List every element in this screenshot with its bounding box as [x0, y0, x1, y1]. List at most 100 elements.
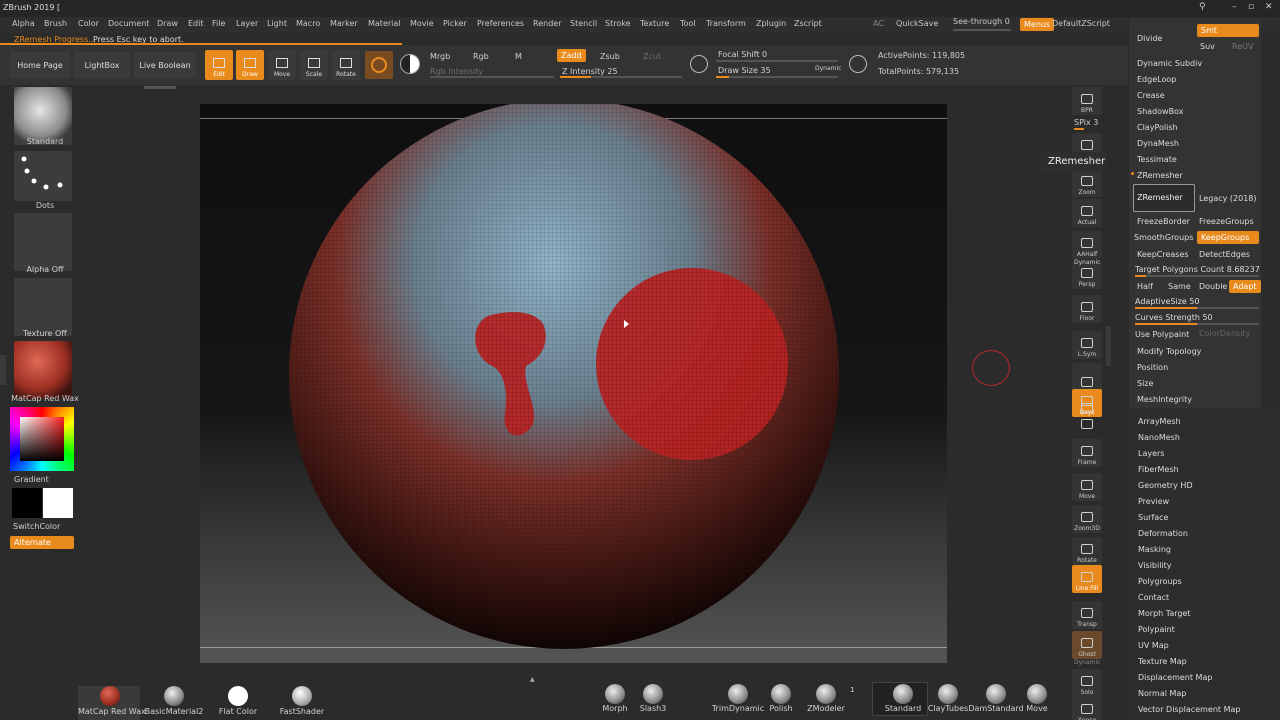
menu-preferences[interactable]: Preferences	[477, 19, 524, 28]
minimize-icon[interactable]: –	[1232, 2, 1237, 12]
material-basicmaterial2-icon[interactable]	[164, 686, 184, 706]
menu-picker[interactable]: Picker	[443, 19, 467, 28]
subpalette-nanomesh[interactable]: NanoMesh	[1138, 433, 1180, 442]
palette-zremesher[interactable]: ZRemesher	[1137, 171, 1183, 180]
subpalette-arraymesh[interactable]: ArrayMesh	[1138, 417, 1181, 426]
material-sphere-icon[interactable]	[400, 54, 420, 74]
tool-scale-button[interactable]: Scale	[300, 50, 328, 80]
half-button[interactable]: Half	[1137, 282, 1153, 291]
dynamic-toggle[interactable]: Dynamic	[815, 65, 841, 72]
subpalette-preview[interactable]: Preview	[1138, 497, 1169, 506]
palette-dynamesh[interactable]: DynaMesh	[1137, 139, 1179, 148]
menus-toggle[interactable]: Menus	[1020, 18, 1055, 31]
bottom-shelf-handle[interactable]: ▲	[530, 674, 580, 683]
stroke-thumbnail[interactable]	[14, 151, 72, 201]
detect-edges-toggle[interactable]: DetectEdges	[1199, 250, 1250, 259]
see-through-slider[interactable]: See-through 0	[953, 17, 1010, 26]
right-lsym-button[interactable]: L.Sym	[1072, 331, 1102, 359]
secondary-color-swatch[interactable]	[12, 488, 42, 518]
palette-claypolish[interactable]: ClayPolish	[1137, 123, 1178, 132]
left-panel-toggle[interactable]	[0, 355, 6, 385]
keep-creases-toggle[interactable]: KeepCreases	[1137, 250, 1189, 259]
color-density-slider[interactable]: ColorDensity	[1199, 329, 1250, 338]
quicksave-button[interactable]: QuickSave	[896, 19, 938, 28]
adaptive-size-slider[interactable]: AdaptiveSize 50	[1135, 297, 1200, 306]
palette-size[interactable]: Size	[1137, 379, 1153, 388]
rgb-button[interactable]: Rgb	[473, 52, 489, 61]
target-polygons-slider[interactable]: Target Polygons Count 8.68237	[1135, 265, 1260, 274]
right-aahalf-button[interactable]: AAHalf	[1072, 231, 1102, 259]
sculpt-mode-button[interactable]	[365, 51, 393, 79]
saturation-square[interactable]	[20, 417, 64, 461]
scroll-handle[interactable]	[144, 86, 176, 89]
close-icon[interactable]: ✕	[1265, 2, 1273, 12]
menu-macro[interactable]: Macro	[296, 19, 320, 28]
texture-thumbnail[interactable]	[14, 278, 72, 336]
user-icon[interactable]: ⚲	[1199, 2, 1206, 12]
menu-color[interactable]: Color	[78, 19, 99, 28]
right-actual-button[interactable]: Actual	[1072, 199, 1102, 227]
m-button[interactable]: M	[515, 52, 522, 61]
keep-groups-toggle[interactable]: KeepGroups	[1197, 231, 1259, 244]
subpalette-masking[interactable]: Masking	[1138, 545, 1171, 554]
menu-tool[interactable]: Tool	[680, 19, 696, 28]
brush-polish-icon[interactable]	[771, 684, 791, 704]
lazy-mouse-icon[interactable]	[849, 55, 867, 73]
palette-edgeloop[interactable]: EdgeLoop	[1137, 75, 1176, 84]
suv-toggle[interactable]: Suv	[1200, 42, 1215, 51]
subpalette-visibility[interactable]: Visibility	[1138, 561, 1172, 570]
zcut-button[interactable]: Zcut	[643, 52, 661, 61]
subpalette-surface[interactable]: Surface	[1138, 513, 1168, 522]
zadd-button[interactable]: Zadd	[557, 49, 586, 62]
right-rotate-z-button[interactable]	[1072, 419, 1102, 433]
menu-render[interactable]: Render	[533, 19, 561, 28]
curves-strength-slider[interactable]: Curves Strength 50	[1135, 313, 1213, 322]
ac-label[interactable]: AC	[873, 19, 884, 28]
right-bpr-button[interactable]: BPR	[1072, 87, 1102, 115]
tool-rotate-button[interactable]: Rotate	[332, 50, 360, 80]
material-flat-color-icon[interactable]	[228, 686, 248, 706]
right-polyf-button[interactable]: Line Fill	[1072, 565, 1102, 593]
right-xpose-button[interactable]: Xpose	[1072, 697, 1102, 720]
smt-toggle[interactable]: Smt	[1197, 24, 1259, 37]
menu-zplugin[interactable]: Zplugin	[756, 19, 786, 28]
zremesher-button[interactable]: ZRemesher	[1133, 184, 1195, 212]
z-intensity-slider[interactable]: Z Intensity 25	[562, 67, 618, 76]
focal-shift-icon[interactable]	[690, 55, 708, 73]
menu-material[interactable]: Material	[368, 19, 401, 28]
palette-dynamic-subdiv[interactable]: Dynamic Subdiv	[1137, 59, 1202, 68]
brush-morph-icon[interactable]	[605, 684, 625, 704]
menu-draw[interactable]: Draw	[157, 19, 178, 28]
draw-size-slider[interactable]: Draw Size 35	[718, 66, 771, 75]
brush-zmodeler-icon[interactable]	[816, 684, 836, 704]
menu-edit[interactable]: Edit	[188, 19, 204, 28]
default-zscript-button[interactable]: DefaultZScript	[1052, 19, 1110, 28]
live-boolean-button[interactable]: Live Boolean	[134, 52, 196, 78]
lightbox-button[interactable]: LightBox	[74, 52, 130, 78]
right-rotate-y-button[interactable]	[1072, 403, 1102, 417]
right-ghost-button[interactable]: Ghost	[1072, 631, 1102, 659]
maximize-icon[interactable]: ▫	[1248, 2, 1254, 12]
menu-stroke[interactable]: Stroke	[605, 19, 631, 28]
palette-meshintegrity[interactable]: MeshIntegrity	[1137, 395, 1192, 404]
subpalette-polygroups[interactable]: Polygroups	[1138, 577, 1182, 586]
right-frame-button[interactable]: Frame	[1072, 439, 1102, 467]
subpalette-normal-map[interactable]: Normal Map	[1138, 689, 1186, 698]
right-panel-toggle[interactable]	[1106, 326, 1111, 366]
right-zoom-button[interactable]: Zoom	[1072, 169, 1102, 197]
zsub-button[interactable]: Zsub	[600, 52, 620, 61]
subpalette-geometry-hd[interactable]: Geometry HD	[1138, 481, 1193, 490]
document-viewport[interactable]	[200, 104, 947, 663]
tool-edit-button[interactable]: Edit	[205, 50, 233, 80]
subpalette-layers[interactable]: Layers	[1138, 449, 1164, 458]
menu-layer[interactable]: Layer	[236, 19, 258, 28]
brush-slash3-icon[interactable]	[643, 684, 663, 704]
subpalette-contact[interactable]: Contact	[1138, 593, 1169, 602]
menu-alpha[interactable]: Alpha	[12, 19, 35, 28]
material-fastshader-icon[interactable]	[292, 686, 312, 706]
double-button[interactable]: Double	[1199, 282, 1227, 291]
right-zoom3d-button[interactable]: Zoom3D	[1072, 505, 1102, 533]
subpalette-vector-displacement-map[interactable]: Vector Displacement Map	[1138, 705, 1240, 714]
smooth-groups-slider[interactable]: SmoothGroups	[1134, 233, 1193, 242]
palette-shadowbox[interactable]: ShadowBox	[1137, 107, 1183, 116]
